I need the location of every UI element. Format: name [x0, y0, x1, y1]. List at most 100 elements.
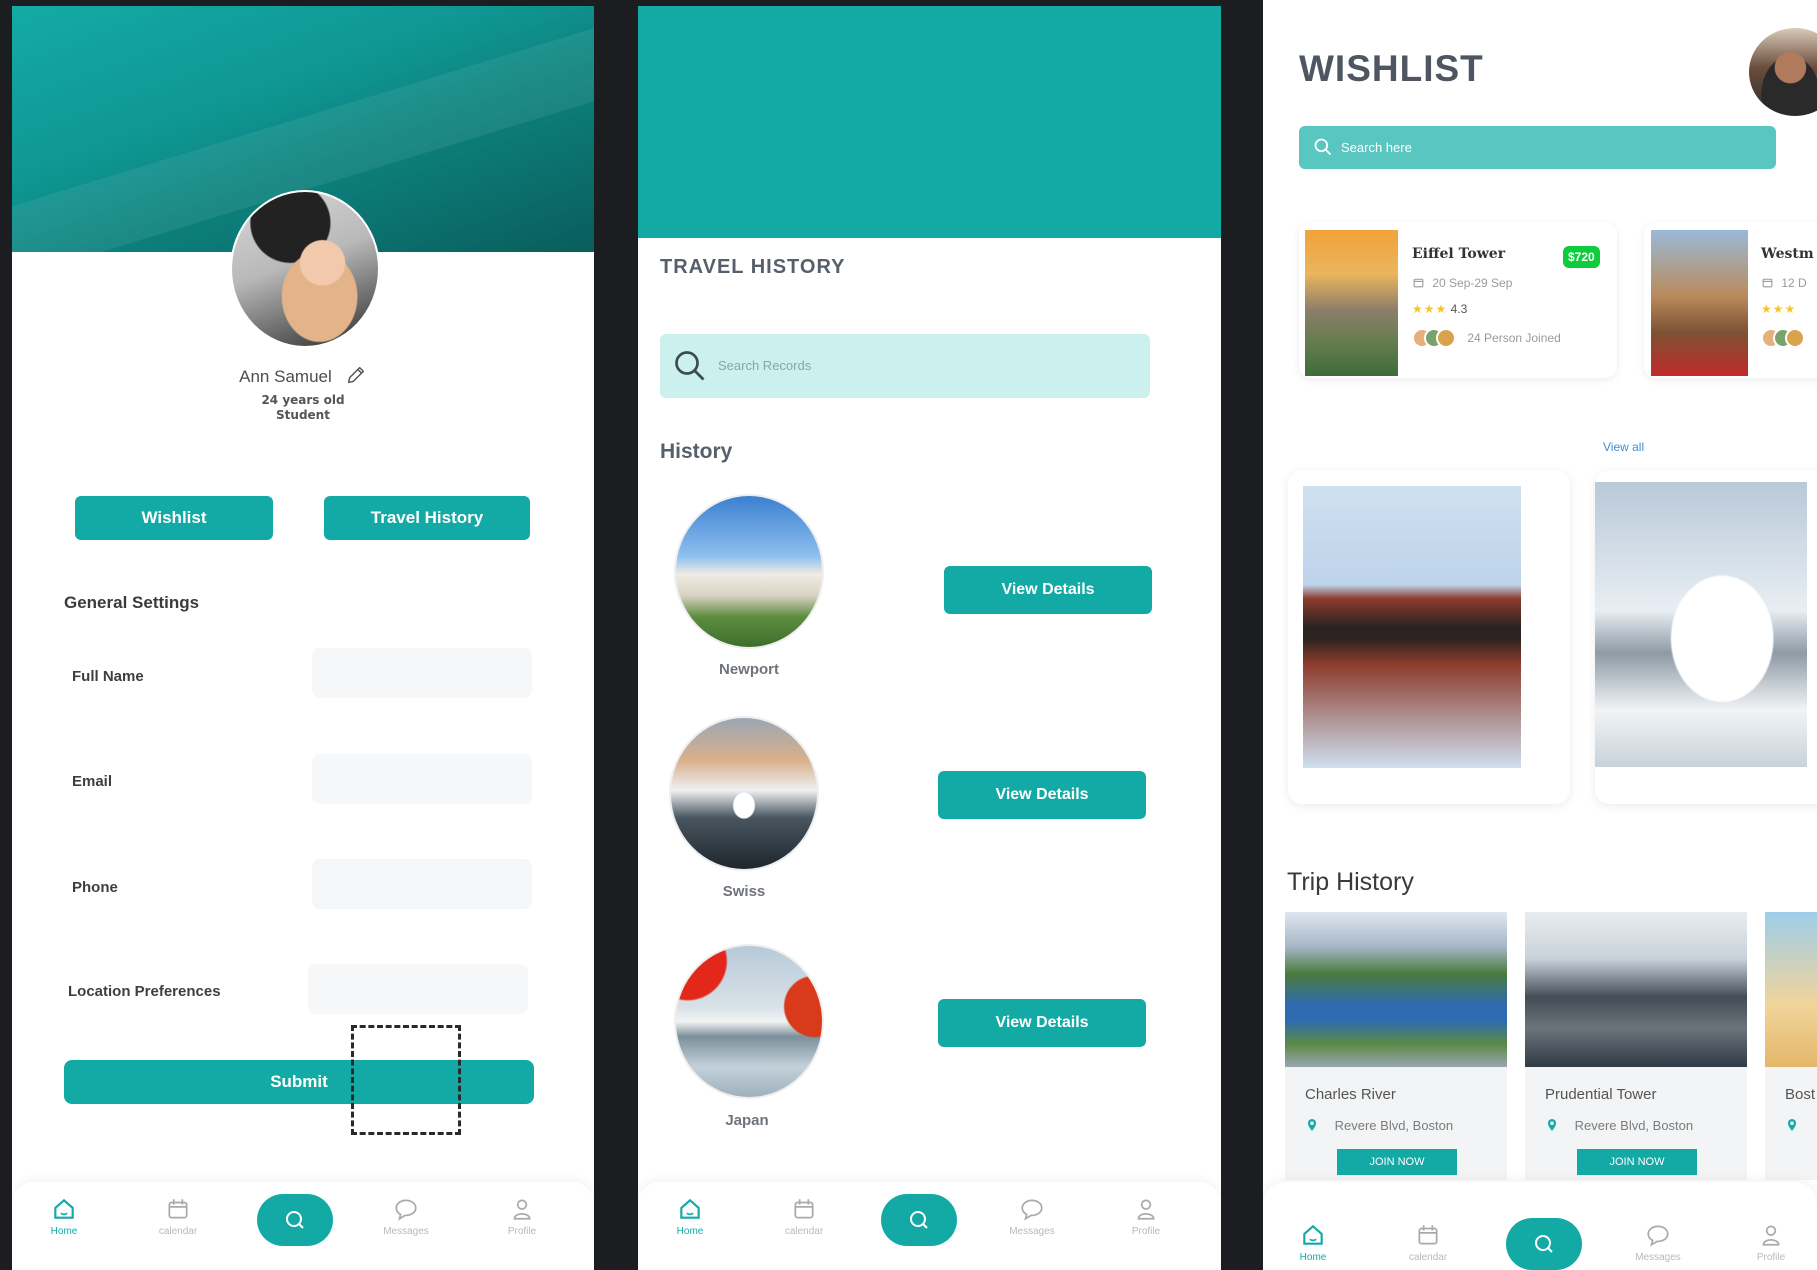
- calendar-icon: [1413, 278, 1424, 288]
- location-pin-icon: [1307, 1119, 1317, 1131]
- card-title: Westm: [1761, 246, 1814, 262]
- history-section-title: History: [660, 440, 733, 463]
- calendar-icon: [794, 1199, 814, 1219]
- travel-history-button[interactable]: Travel History: [324, 496, 530, 540]
- nav-search-button[interactable]: [881, 1194, 957, 1246]
- page-title: WISHLIST: [1299, 48, 1484, 89]
- wishlist-card[interactable]: Eiffel Tower $720 20 Sep-29 Sep ★★★ 4.3 …: [1299, 222, 1617, 378]
- trip-history-title: Trip History: [1287, 868, 1414, 896]
- location-pin-icon: [1787, 1119, 1797, 1131]
- join-now-button[interactable]: JOIN NOW: [1337, 1149, 1457, 1175]
- trip-location: Revere Blvd, Boston: [1545, 1118, 1693, 1133]
- settings-title: General Settings: [64, 593, 200, 612]
- nav-home[interactable]: Home: [34, 1196, 94, 1237]
- location-preferences-label: Location Preferences: [68, 983, 221, 1000]
- avatar-group: [1412, 328, 1456, 350]
- nav-messages-label: Messages: [1009, 1226, 1055, 1237]
- view-details-button-newport[interactable]: View Details: [944, 566, 1152, 614]
- travel-history-screen: TRAVEL HISTORY Search Records History Ne…: [638, 6, 1221, 1270]
- nav-messages[interactable]: Messages: [376, 1196, 436, 1237]
- japan-photo: [674, 944, 824, 1099]
- nav-messages[interactable]: Messages: [1628, 1222, 1688, 1263]
- snowy-mountain-photo: [1595, 482, 1807, 767]
- bottom-nav: Home calendar Messages Profile: [1263, 1182, 1817, 1270]
- nav-home[interactable]: Home: [660, 1196, 720, 1237]
- nav-messages[interactable]: Messages: [1002, 1196, 1062, 1237]
- nav-calendar[interactable]: calendar: [148, 1196, 208, 1237]
- nav-profile-label: Profile: [1131, 1226, 1161, 1237]
- submit-button[interactable]: Submit: [64, 1060, 534, 1104]
- prudential-tower-photo: [1525, 912, 1747, 1067]
- swiss-photo: [669, 716, 819, 871]
- destination-card[interactable]: [1288, 470, 1570, 804]
- nav-messages-label: Messages: [1635, 1252, 1681, 1263]
- full-name-field[interactable]: [312, 648, 532, 698]
- trip-location-text: Revere Blvd, Boston: [1574, 1118, 1694, 1133]
- rating-value: 4.3: [1450, 302, 1468, 316]
- nav-calendar[interactable]: calendar: [1398, 1222, 1458, 1263]
- people-joined-text: 24 Person Joined: [1467, 331, 1561, 346]
- user-icon: [513, 1199, 531, 1220]
- nav-calendar[interactable]: calendar: [774, 1196, 834, 1237]
- trip-card[interactable]: Bost: [1765, 912, 1817, 1180]
- join-now-button[interactable]: JOIN NOW: [1577, 1149, 1697, 1175]
- search-icon: [286, 1211, 304, 1229]
- nav-profile[interactable]: Profile: [1741, 1222, 1801, 1263]
- calendar-icon: [168, 1199, 188, 1219]
- search-icon: [1535, 1235, 1553, 1253]
- view-details-button-japan[interactable]: View Details: [938, 999, 1146, 1047]
- trip-card[interactable]: Prudential Tower Revere Blvd, Boston JOI…: [1525, 912, 1747, 1180]
- bottom-nav: Home calendar Messages Profile: [638, 1182, 1221, 1270]
- nav-calendar-label: calendar: [158, 1226, 198, 1237]
- nav-profile[interactable]: Profile: [492, 1196, 552, 1237]
- bottom-nav: Home calendar Messages Profile: [12, 1182, 594, 1270]
- japan-label: Japan: [725, 1112, 769, 1129]
- card-rating: ★★★ 4.3: [1412, 302, 1467, 316]
- card-rating: ★★★: [1761, 302, 1796, 316]
- nav-search-button[interactable]: [1506, 1218, 1582, 1270]
- full-name-label: Full Name: [72, 668, 144, 685]
- trip-location-text: Revere Blvd, Boston: [1334, 1118, 1454, 1133]
- email-label: Email: [72, 773, 113, 790]
- trip-name: Prudential Tower: [1545, 1086, 1657, 1103]
- profile-name: Ann Samuel: [239, 367, 332, 386]
- user-icon: [1137, 1199, 1155, 1220]
- nav-search-button[interactable]: [257, 1194, 333, 1246]
- search-input[interactable]: Search here: [1299, 126, 1776, 169]
- location-pin-icon: [1547, 1119, 1557, 1131]
- phone-label: Phone: [72, 879, 118, 896]
- avatar[interactable]: [1749, 28, 1817, 116]
- home-icon: [1303, 1224, 1323, 1245]
- avatar-group: [1761, 328, 1805, 350]
- beach-photo: [1765, 912, 1817, 1067]
- nav-profile-label: Profile: [1756, 1252, 1786, 1263]
- avatar[interactable]: [230, 190, 380, 348]
- phone-field[interactable]: [312, 859, 532, 909]
- nav-home-label: Home: [1299, 1252, 1327, 1263]
- search-records-input[interactable]: Search Records: [660, 334, 1150, 398]
- charles-river-photo: [1285, 912, 1507, 1067]
- wishlist-card[interactable]: Westm 12 D ★★★: [1644, 222, 1817, 378]
- trip-location: [1785, 1118, 1811, 1133]
- nav-profile-label: Profile: [507, 1226, 537, 1237]
- wishlist-button[interactable]: Wishlist: [75, 496, 273, 540]
- trip-card[interactable]: Charles River Revere Blvd, Boston JOIN N…: [1285, 912, 1507, 1180]
- view-details-button-swiss[interactable]: View Details: [938, 771, 1146, 819]
- search-placeholder: Search here: [1341, 140, 1412, 155]
- nav-home[interactable]: Home: [1283, 1222, 1343, 1263]
- nav-profile[interactable]: Profile: [1116, 1196, 1176, 1237]
- card-joined: 24 Person Joined: [1412, 328, 1561, 350]
- search-placeholder: Search Records: [718, 358, 812, 373]
- nav-home-label: Home: [50, 1226, 78, 1237]
- card-title: Eiffel Tower: [1412, 246, 1506, 262]
- destination-card[interactable]: [1595, 470, 1817, 804]
- location-preferences-field[interactable]: [308, 964, 528, 1014]
- nav-calendar-label: calendar: [1408, 1252, 1448, 1263]
- trip-name: Bost: [1785, 1086, 1816, 1103]
- travel-history-header-banner: [638, 6, 1221, 238]
- pencil-icon[interactable]: [345, 364, 367, 386]
- view-all-link[interactable]: View all: [1603, 440, 1644, 454]
- home-icon: [54, 1198, 74, 1219]
- email-field[interactable]: [312, 754, 532, 804]
- search-icon: [1314, 138, 1332, 156]
